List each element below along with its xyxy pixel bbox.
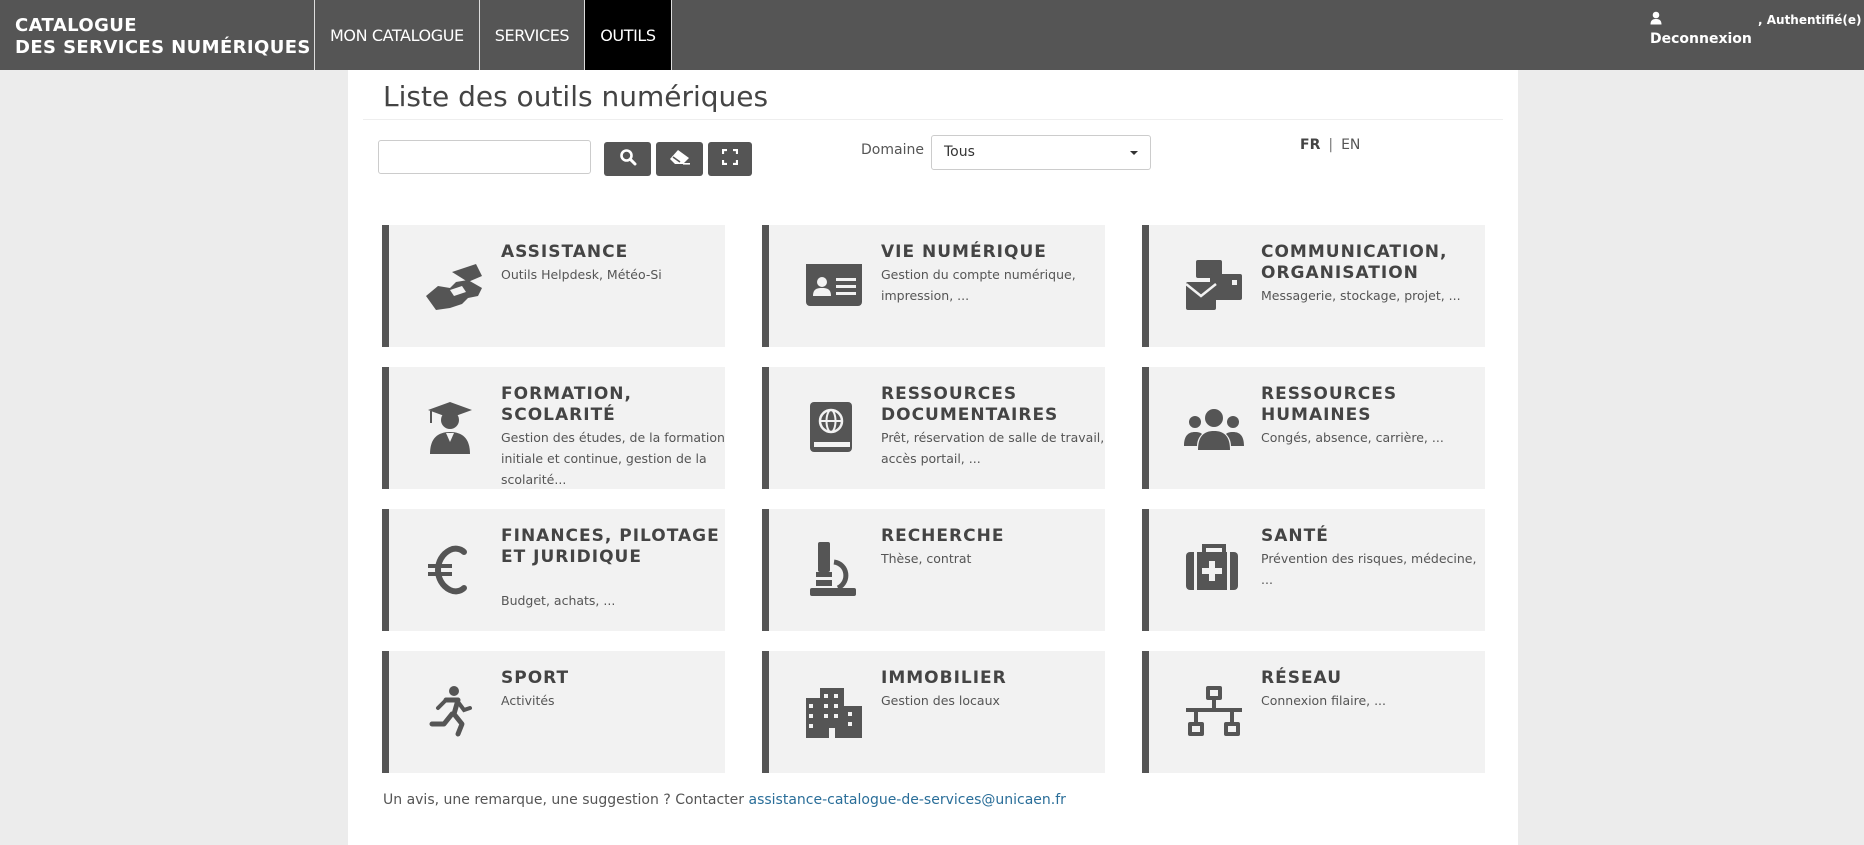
envelopes-icon — [1184, 258, 1244, 314]
card-finances[interactable]: FINANCES, PILOTAGE ET JURIDIQUE Budget, … — [382, 509, 725, 631]
graduate-icon — [424, 400, 484, 456]
lang-fr[interactable]: FR — [1300, 137, 1320, 153]
page-title: Liste des outils numériques — [383, 80, 769, 113]
atlas-icon — [804, 400, 864, 456]
lang-separator: | — [1328, 137, 1334, 153]
handshake-icon — [424, 258, 484, 314]
language-switcher: FR | EN — [1300, 137, 1360, 153]
card-title: ASSISTANCE — [501, 242, 629, 262]
main-content: Liste des outils numériques Domaine Tous… — [348, 70, 1518, 845]
medkit-icon — [1184, 542, 1244, 598]
card-immobilier[interactable]: IMMOBILIER Gestion des locaux — [762, 651, 1105, 773]
card-description: Prêt, réservation de salle de travail, a… — [881, 430, 1105, 466]
card-formation[interactable]: FORMATION, SCOLARITÉ Gestion des études,… — [382, 367, 725, 489]
card-description: Gestion du compte numérique, impression,… — [881, 267, 1076, 303]
auth-label: , Authentifié(e) — [1758, 13, 1862, 27]
brand-line-2: DES SERVICES NUMÉRIQUES — [15, 37, 311, 58]
card-description: Outils Helpdesk, Météo-Si — [501, 267, 662, 282]
card-title: SANTÉ — [1261, 526, 1329, 546]
title-divider — [363, 119, 1503, 120]
card-title: RECHERCHE — [881, 526, 1005, 546]
running-icon — [424, 684, 484, 740]
domain-select[interactable]: Tous — [931, 135, 1151, 170]
card-title: RESSOURCES HUMAINES — [1261, 384, 1398, 425]
logout-button[interactable]: Deconnexion — [1650, 11, 1752, 47]
eraser-icon — [669, 149, 691, 169]
card-description: Congés, absence, carrière, ... — [1261, 430, 1444, 445]
top-navbar: CATALOGUE DES SERVICES NUMÉRIQUES MON CA… — [0, 0, 1864, 70]
card-ressources-humaines[interactable]: RESSOURCES HUMAINES Congés, absence, car… — [1142, 367, 1485, 489]
microscope-icon — [804, 542, 864, 598]
card-description: Gestion des locaux — [881, 693, 1000, 708]
lang-en[interactable]: EN — [1341, 137, 1360, 153]
footer-text: Un avis, une remarque, une suggestion ? … — [383, 792, 749, 808]
card-title: FINANCES, PILOTAGE ET JURIDIQUE — [501, 526, 720, 567]
domain-label: Domaine — [861, 142, 924, 158]
card-description: Prévention des risques, médecine, ... — [1261, 551, 1477, 587]
card-title: FORMATION, SCOLARITÉ — [501, 384, 632, 425]
card-reseau[interactable]: RÉSEAU Connexion filaire, ... — [1142, 651, 1485, 773]
building-icon — [804, 684, 864, 740]
nav-services[interactable]: SERVICES — [478, 0, 584, 70]
card-vie-numerique[interactable]: VIE NUMÉRIQUE Gestion du compte numériqu… — [762, 225, 1105, 347]
card-title: IMMOBILIER — [881, 668, 1007, 688]
card-description: Gestion des études, de la formation init… — [501, 430, 725, 487]
fullscreen-button[interactable] — [708, 142, 752, 176]
search-button[interactable] — [604, 142, 651, 176]
card-title: RESSOURCES DOCUMENTAIRES — [881, 384, 1059, 425]
card-assistance[interactable]: ASSISTANCE Outils Helpdesk, Météo-Si — [382, 225, 725, 347]
card-title: RÉSEAU — [1261, 668, 1342, 688]
card-communication[interactable]: COMMUNICATION, ORGANISATION Messagerie, … — [1142, 225, 1485, 347]
user-icon — [1650, 11, 1750, 29]
auth-dropdown[interactable]: , Authentifié(e) — [1758, 13, 1863, 27]
brand-line-1: CATALOGUE — [15, 15, 137, 36]
nav-mon-catalogue[interactable]: MON CATALOGUE — [314, 0, 479, 70]
card-title: VIE NUMÉRIQUE — [881, 242, 1047, 262]
footer-contact-link[interactable]: assistance-catalogue-de-services@unicaen… — [748, 792, 1065, 808]
card-title: COMMUNICATION, ORGANISATION — [1261, 242, 1448, 283]
nav-outils[interactable]: OUTILS — [584, 0, 672, 70]
card-description: Activités — [501, 693, 555, 708]
users-icon — [1184, 400, 1244, 456]
network-icon — [1184, 684, 1244, 740]
card-title: SPORT — [501, 668, 570, 688]
card-ressources-documentaires[interactable]: RESSOURCES DOCUMENTAIRES Prêt, réservati… — [762, 367, 1105, 489]
card-sport[interactable]: SPORT Activités — [382, 651, 725, 773]
card-description: Thèse, contrat — [881, 551, 972, 566]
card-description: Budget, achats, ... — [501, 593, 616, 608]
logout-label: Deconnexion — [1650, 31, 1752, 47]
card-description: Messagerie, stockage, projet, ... — [1261, 288, 1461, 303]
card-recherche[interactable]: RECHERCHE Thèse, contrat — [762, 509, 1105, 631]
main-nav: MON CATALOGUE SERVICES OUTILS — [314, 0, 672, 70]
search-icon — [619, 148, 637, 170]
caret-down-icon — [1130, 151, 1138, 155]
clear-button[interactable] — [656, 142, 703, 176]
expand-icon — [721, 148, 739, 169]
search-input[interactable] — [378, 140, 591, 174]
brand-logo[interactable]: CATALOGUE DES SERVICES NUMÉRIQUES — [15, 15, 311, 59]
footer-note: Un avis, une remarque, une suggestion ? … — [383, 792, 1066, 808]
euro-icon — [424, 542, 484, 598]
domain-selected: Tous — [944, 144, 975, 160]
card-description: Connexion filaire, ... — [1261, 693, 1387, 708]
id-card-icon — [804, 258, 864, 314]
card-sante[interactable]: SANTÉ Prévention des risques, médecine, … — [1142, 509, 1485, 631]
